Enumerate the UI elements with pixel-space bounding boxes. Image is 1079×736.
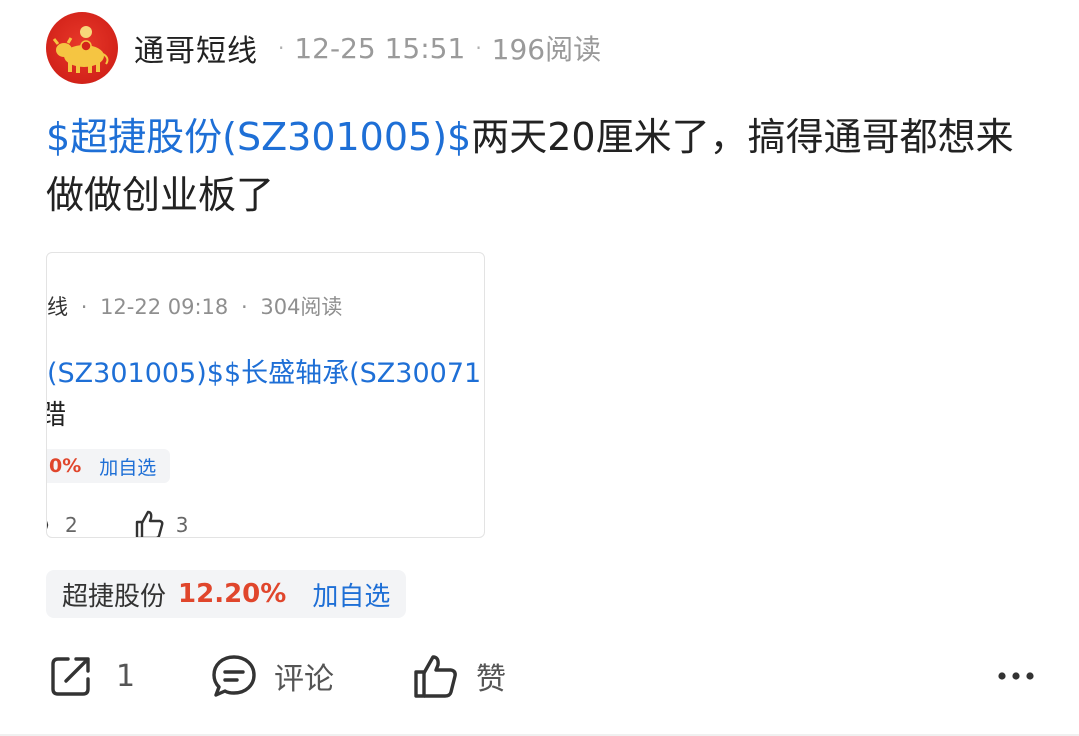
author-name[interactable]: 通哥短线 (134, 26, 258, 70)
more-dots-icon (998, 672, 1034, 680)
read-count: 196阅读 (491, 33, 602, 66)
quoted-text-fragment: 踖 (47, 393, 66, 432)
comment-label: 评论 (274, 662, 334, 697)
like-label: 赞 (476, 662, 506, 697)
quoted-stock-links: (SZ301005)$$长盛轴承(SZ30071 (47, 358, 482, 389)
quoted-add-watchlist: 加自选 (99, 456, 157, 479)
author-avatar[interactable] (46, 12, 118, 84)
meta-separator: · (240, 295, 248, 319)
share-button[interactable]: 1 (48, 646, 135, 706)
meta-separator: · (475, 36, 482, 60)
thumbs-up-icon (135, 510, 164, 537)
like-button[interactable]: 赞 (412, 646, 506, 706)
post-meta: · 12-25 15:51 · 196阅读 (268, 28, 601, 68)
post-header: 通哥短线 · 12-25 15:51 · 196阅读 (46, 12, 601, 84)
add-watchlist-button[interactable]: 加自选 (312, 576, 390, 613)
stock-name[interactable]: 超捷股份 (62, 576, 166, 613)
quoted-stock-chip: 0% 加自选 (47, 449, 171, 483)
quoted-like-count: 3 (175, 513, 189, 537)
thumbs-up-icon (414, 655, 457, 698)
more-button[interactable] (996, 646, 1040, 706)
quoted-timestamp: 12-22 09:18 (100, 295, 229, 319)
comment-icon (212, 655, 256, 697)
post-body: $超捷股份(SZ301005)$两天20厘米了，搞得通哥都想来做做创业板了 (46, 108, 1036, 224)
quoted-post-meta: 线 · 12-22 09:18 · 304阅读 (47, 291, 342, 321)
share-count: 1 (116, 658, 136, 694)
quoted-comment-count: 2 (65, 513, 78, 537)
stock-change: 12.20% (178, 579, 287, 609)
quoted-author-fragment: 线 (47, 295, 68, 319)
quoted-actions: 2 3 (47, 509, 189, 537)
stock-chip[interactable]: 超捷股份 12.20% 加自选 (46, 570, 407, 618)
quoted-post-card[interactable]: 线 · 12-22 09:18 · 304阅读 (SZ301005)$$长盛轴承… (46, 252, 485, 538)
action-bar: 1 评论 赞 (0, 646, 1079, 706)
meta-separator: · (278, 36, 285, 60)
quoted-stock-change: 0% (49, 455, 82, 477)
ox-figure-icon (52, 26, 109, 73)
share-icon (51, 657, 90, 696)
stock-link[interactable]: $超捷股份(SZ301005)$ (46, 115, 471, 159)
meta-separator: · (80, 295, 88, 319)
post-timestamp: 12-25 15:51 (294, 31, 466, 65)
quoted-read-count: 304阅读 (260, 295, 343, 319)
comment-button[interactable]: 评论 (210, 646, 334, 706)
comment-icon (47, 520, 49, 530)
